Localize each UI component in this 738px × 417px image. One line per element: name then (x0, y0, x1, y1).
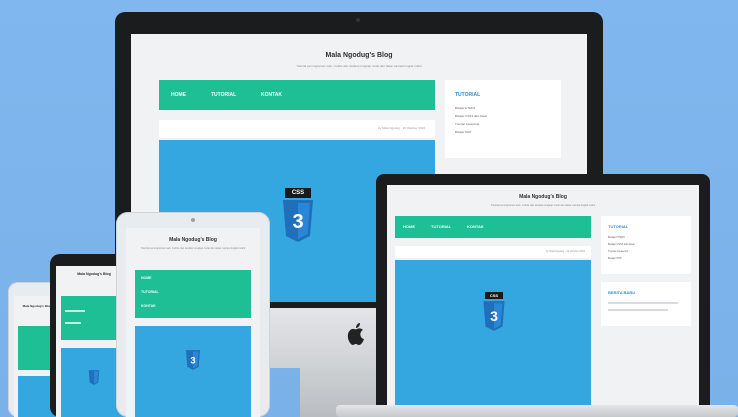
tablet-device: Mala Ngodug's Blog Tutorial pemrograman … (116, 212, 270, 417)
imac-sidebar-heading: TUTORIAL (455, 92, 481, 98)
imac-post-meta: by Mala Ngodug · 20 Oktober 2016 (378, 126, 425, 130)
imac-sidebar: TUTORIAL Belajar HTML5 Belajar CSS3 dari… (445, 80, 561, 158)
macbook-sidebar-1: TUTORIAL Belajar HTML5 Belajar CSS3 dari… (601, 216, 691, 274)
macbook-sidebar-heading-2: BERITA BARU (608, 290, 636, 295)
css3-shield-icon (88, 370, 100, 385)
macbook-blog-subtitle: Tutorial pemrograman web, mobile dan des… (490, 204, 596, 207)
tablet-hero-image: 3 (135, 326, 251, 417)
imac-sidebar-line-1[interactable]: Belajar HTML5 (455, 106, 551, 110)
tablet-blog-title: Mala Ngodug's Blog (169, 237, 217, 243)
macbook-base (336, 405, 738, 417)
css3-shield-icon: 3 (185, 350, 201, 370)
macbook-post-meta: by Mala Ngodug · 20 Oktober 2016 (545, 250, 585, 253)
macbook-sidebar-2: BERITA BARU (601, 282, 691, 326)
macbook-nav-bar: HOME TUTORIAL KONTAK (395, 216, 591, 238)
imac-nav-home[interactable]: HOME (171, 92, 186, 98)
imac-blog-title: Mala Ngodug's Blog (325, 52, 393, 59)
phone-dark-nav-line (65, 310, 85, 312)
macbook-hero-image: CSS 3 (395, 260, 591, 410)
tablet-blog-subtitle: Tutorial pemrograman web, mobile dan des… (140, 247, 246, 250)
imac-sidebar-line-3[interactable]: Tutorial Javascript (455, 122, 551, 126)
css3-shield-number: 3 (190, 354, 195, 365)
imac-sidebar-line-2[interactable]: Belajar CSS3 dari dasar (455, 114, 551, 118)
imac-camera (356, 18, 360, 22)
macbook-blog-title: Mala Ngodug's Blog (519, 194, 567, 200)
css3-shield-number: 3 (490, 308, 498, 324)
tablet-nav-home[interactable]: HOME (141, 276, 152, 280)
imac-sidebar-line-4[interactable]: Belajar PHP (455, 130, 551, 134)
imac-post-header: by Mala Ngodug · 20 Oktober 2016 (159, 120, 435, 138)
tablet-nav-kontak[interactable]: KONTAK (141, 304, 156, 308)
macbook-sidebar-2-line (608, 302, 678, 304)
css3-shield-icon: 3 (283, 200, 313, 242)
responsive-devices-scene: Mala Ngodug's Blog Tutorial pemrograman … (0, 0, 738, 417)
tablet-screen: Mala Ngodug's Blog Tutorial pemrograman … (126, 228, 260, 417)
phone-dark-nav-line (65, 322, 81, 324)
imac-blog-subtitle: Tutorial pemrograman web, mobile dan des… (296, 64, 422, 68)
macbook-nav-tutorial[interactable]: TUTORIAL (431, 224, 451, 229)
macbook-post-header: by Mala Ngodug · 20 Oktober 2016 (395, 246, 591, 258)
macbook-sidebar-2-line (608, 309, 668, 311)
imac-nav-bar: HOME TUTORIAL KONTAK (159, 80, 435, 110)
macbook-nav-kontak[interactable]: KONTAK (467, 224, 484, 229)
css3-shield-number: 3 (292, 211, 303, 233)
macbook-sidebar-line-4[interactable]: Belajar PHP (608, 257, 684, 260)
macbook-screen: Mala Ngodug's Blog Tutorial pemrograman … (387, 185, 699, 414)
macbook-nav-home[interactable]: HOME (403, 224, 415, 229)
macbook-device: Mala Ngodug's Blog Tutorial pemrograman … (376, 174, 710, 414)
macbook-sidebar-line-1[interactable]: Belajar HTML5 (608, 236, 684, 239)
macbook-sidebar-line-3[interactable]: Tutorial Javascript (608, 250, 684, 253)
imac-nav-tutorial[interactable]: TUTORIAL (211, 92, 236, 98)
macbook-css-badge: CSS (485, 292, 503, 299)
imac-nav-kontak[interactable]: KONTAK (261, 92, 282, 98)
tablet-nav-tutorial[interactable]: TUTORIAL (141, 290, 159, 294)
macbook-sidebar-heading: TUTORIAL (608, 224, 629, 229)
apple-logo-icon (347, 323, 364, 345)
tablet-camera (191, 218, 195, 222)
imac-css-badge: CSS (285, 188, 311, 198)
tablet-nav-bar: HOME TUTORIAL KONTAK (135, 270, 251, 318)
macbook-sidebar-line-2[interactable]: Belajar CSS3 dari dasar (608, 243, 684, 246)
css3-shield-icon: 3 (483, 301, 505, 331)
